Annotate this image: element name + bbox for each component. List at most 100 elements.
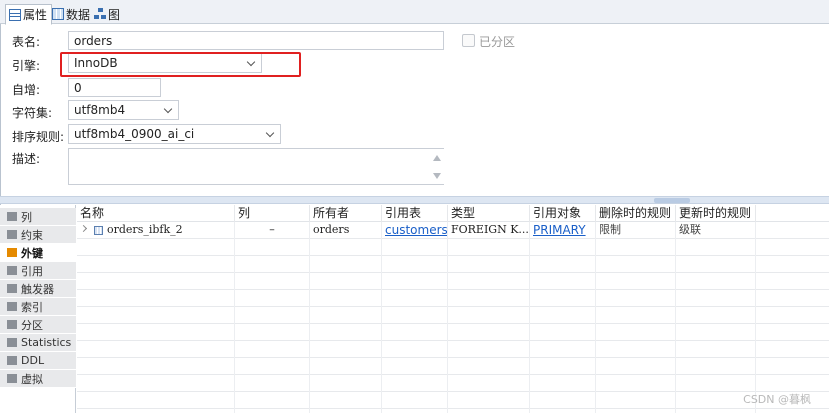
reference-icon (7, 266, 17, 275)
sidebar-item-columns[interactable]: 列 (0, 208, 76, 226)
scroll-up-icon[interactable] (433, 155, 441, 161)
sidebar-item-foreign-keys[interactable]: 外键 (0, 244, 76, 262)
grid-line (234, 239, 235, 413)
table-row[interactable]: orders_ibfk_2 – orders customers FOREIGN… (77, 222, 829, 239)
auto-increment-label: 自增: (12, 83, 41, 97)
engine-label: 引擎: (12, 59, 41, 73)
sidebar-item-label: 触发器 (21, 282, 54, 296)
trigger-icon (7, 284, 17, 293)
grid-line (529, 239, 530, 413)
sidebar-item-label: 约束 (21, 228, 43, 242)
sidebar-item-label: DDL (21, 354, 45, 367)
table-name-input[interactable]: orders (68, 31, 444, 50)
tab-data[interactable]: 数据 (48, 4, 95, 24)
description-textarea[interactable] (68, 148, 444, 185)
sidebar-item-label: 索引 (21, 300, 43, 314)
fk-on-update-cell[interactable]: 级联 (676, 222, 756, 239)
foreign-key-icon (7, 248, 17, 257)
columns-icon (7, 212, 17, 221)
empty-row (77, 341, 829, 358)
grid-line (675, 239, 676, 413)
description-scrollbar[interactable] (429, 149, 445, 184)
fk-ref-table-link[interactable]: customers (382, 222, 448, 239)
fk-column-cell[interactable]: – (235, 222, 310, 239)
charset-label: 字符集: (12, 106, 53, 120)
fk-name: orders_ibfk_2 (107, 223, 183, 236)
properties-icon (9, 8, 21, 21)
index-icon (7, 302, 17, 311)
foreign-key-icon (94, 226, 103, 235)
empty-row (77, 273, 829, 290)
partitioned-label: 已分区 (479, 35, 516, 49)
description-label: 描述: (12, 152, 41, 166)
column-header[interactable]: 引用表 (382, 205, 448, 222)
sidebar-item-ddl[interactable]: DDL (0, 352, 76, 370)
empty-row (77, 358, 829, 375)
grid-line (381, 239, 382, 413)
empty-row (77, 256, 829, 273)
tab-label: 图 (108, 7, 121, 22)
sidebar-item-label: 虚拟 (21, 372, 43, 386)
tab-properties[interactable]: 属性 (5, 4, 53, 25)
tab-label: 属性 (23, 8, 48, 22)
empty-row (77, 392, 829, 409)
tab-label: 数据 (66, 7, 91, 22)
sidebar-item-references[interactable]: 引用 (0, 262, 76, 280)
fk-on-delete-cell[interactable]: 限制 (596, 222, 676, 239)
column-header[interactable]: 更新时的规则 (676, 205, 756, 222)
grid-line (309, 239, 310, 413)
grid-line (595, 239, 596, 413)
empty-row (77, 307, 829, 324)
sidebar-item-constraints[interactable]: 约束 (0, 226, 76, 244)
fk-ref-object-link[interactable]: PRIMARY (530, 222, 596, 239)
collation-value: utf8mb4_0900_ai_ci (74, 127, 195, 141)
grid-line (447, 239, 448, 413)
grid-line (755, 239, 756, 413)
scroll-down-icon[interactable] (433, 173, 441, 179)
charset-select[interactable]: utf8mb4 (68, 100, 179, 120)
sidebar-item-partitions[interactable]: 分区 (0, 316, 76, 334)
partition-icon (7, 320, 17, 329)
fk-type-cell[interactable]: FOREIGN K... (448, 222, 530, 239)
panel-splitter[interactable] (0, 196, 829, 204)
column-header[interactable]: 名称 (77, 205, 235, 222)
column-header[interactable]: 引用对象 (530, 205, 596, 222)
collation-select[interactable]: utf8mb4_0900_ai_ci (68, 124, 281, 144)
sidebar-item-triggers[interactable]: 触发器 (0, 280, 76, 298)
sidebar-item-statistics[interactable]: Statistics (0, 334, 76, 352)
column-header[interactable]: 删除时的规则 (596, 205, 676, 222)
fk-owner-cell[interactable]: orders (310, 222, 382, 239)
chevron-right-icon[interactable] (79, 224, 88, 233)
chevron-down-icon (163, 104, 173, 114)
ddl-icon (7, 356, 17, 365)
tab-diagram[interactable]: 图 (90, 4, 125, 24)
fk-name-cell[interactable]: orders_ibfk_2 (77, 222, 235, 239)
sidebar-item-label: Statistics (21, 336, 72, 349)
sidebar-item-virtual[interactable]: 虚拟 (0, 370, 76, 388)
column-header[interactable]: 所有者 (310, 205, 382, 222)
sidebar-item-indexes[interactable]: 索引 (0, 298, 76, 316)
auto-increment-input[interactable]: 0 (68, 78, 161, 97)
table-name-label: 表名: (12, 35, 41, 49)
sidebar-item-label: 列 (21, 210, 32, 224)
statistics-icon (7, 338, 17, 347)
sidebar-item-label: 分区 (21, 318, 43, 332)
watermark: CSDN @暮枫 (743, 393, 811, 406)
sidebar-item-label: 引用 (21, 264, 43, 278)
sidebar-item-label: 外键 (21, 246, 43, 260)
object-sidebar: 列 约束 外键 引用 触发器 索引 分区 Statistics DDL 虚拟 (0, 205, 76, 413)
charset-value: utf8mb4 (74, 103, 126, 117)
er-diagram-icon (94, 8, 106, 20)
virtual-icon (7, 374, 17, 383)
partitioned-checkbox[interactable] (462, 34, 475, 47)
properties-form: 表名: orders 已分区 引擎: InnoDB 自增: 0 字符集: utf… (0, 25, 829, 195)
chevron-down-icon (265, 128, 275, 138)
splitter-grip[interactable] (654, 198, 690, 203)
empty-row (77, 290, 829, 307)
foreign-key-grid: 名称 列 所有者 引用表 类型 引用对象 删除时的规则 更新时的规则 order… (77, 205, 829, 413)
data-grid-icon (52, 8, 64, 20)
empty-row (77, 375, 829, 392)
tab-bar: 属性 数据 图 (0, 0, 829, 25)
column-header[interactable]: 列 (235, 205, 310, 222)
column-header[interactable]: 类型 (448, 205, 530, 222)
